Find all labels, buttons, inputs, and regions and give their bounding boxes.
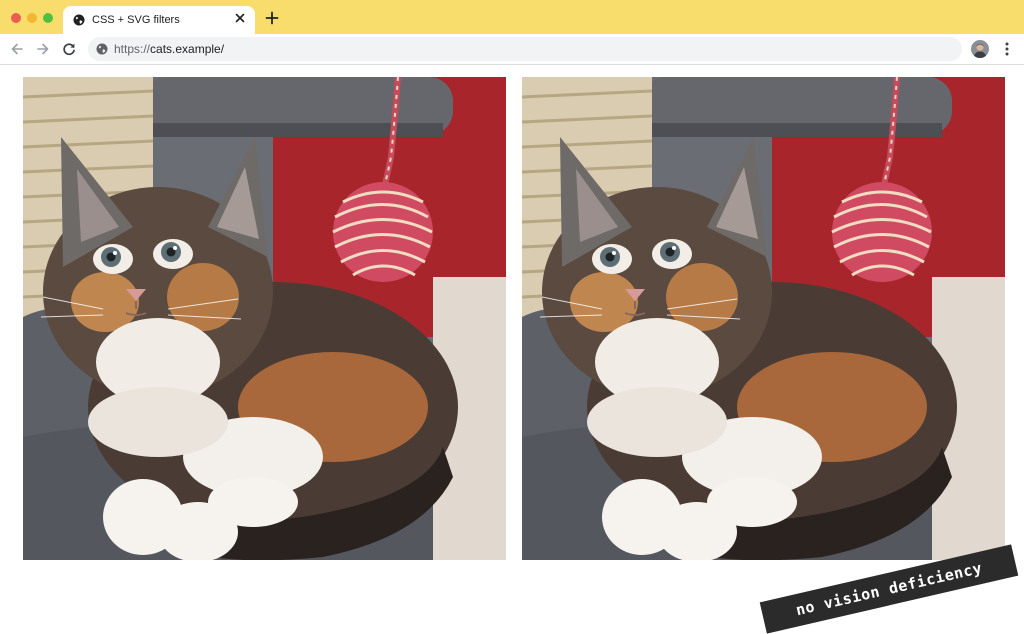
address-bar[interactable]: https://cats.example/: [88, 37, 962, 61]
window-minimize-button[interactable]: [27, 13, 37, 23]
profile-avatar[interactable]: [971, 40, 989, 58]
plus-icon[interactable]: [265, 11, 279, 25]
tab-title: CSS + SVG filters: [92, 14, 180, 26]
filter-caption-text: no vision deficiency: [794, 558, 984, 620]
globe-icon: [73, 14, 85, 26]
url-scheme: https://: [114, 42, 151, 56]
window-close-button[interactable]: [11, 13, 21, 23]
page-content: no vision deficiency: [0, 65, 1024, 634]
tab-strip: CSS + SVG filters: [0, 0, 1024, 34]
kitten-image-filtered: [522, 77, 1005, 560]
tab-active[interactable]: CSS + SVG filters: [63, 6, 255, 34]
reload-icon[interactable]: [61, 41, 77, 57]
kebab-menu-icon[interactable]: [999, 41, 1015, 57]
forward-arrow-icon[interactable]: [35, 41, 51, 57]
globe-icon: [96, 43, 108, 55]
browser-toolbar: https://cats.example/: [0, 34, 1024, 65]
window-maximize-button[interactable]: [43, 13, 53, 23]
back-arrow-icon[interactable]: [9, 41, 25, 57]
close-icon[interactable]: [233, 11, 247, 25]
url-text[interactable]: https://cats.example/: [114, 42, 224, 56]
kitten-image-original: [23, 77, 506, 560]
url-host: cats.example/: [150, 42, 225, 56]
